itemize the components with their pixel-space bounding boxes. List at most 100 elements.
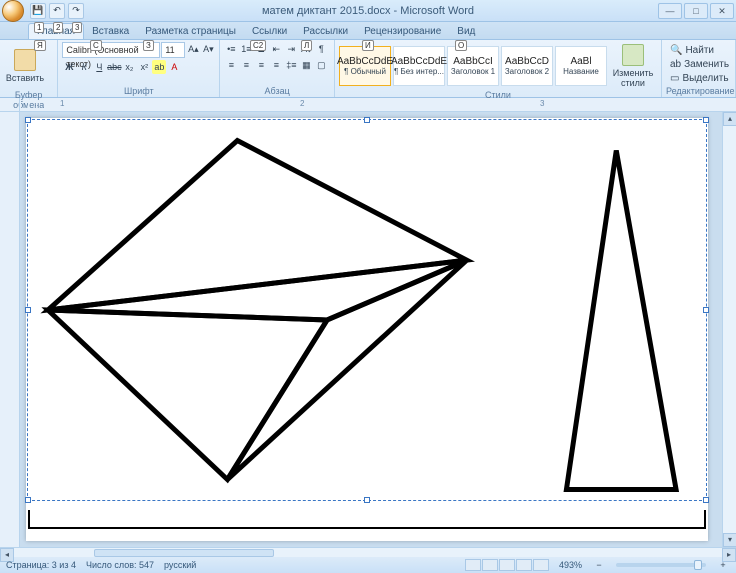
scroll-track[interactable] — [723, 126, 736, 533]
group-paragraph: •≡ 1≡ ≣ ⇤ ⇥ A↓ ¶ ≡ ≡ ≡ ≡ ‡≡ ▦ ▢ Абзац — [220, 40, 335, 97]
group-styles: AaBbCcDdE¶ ОбычныйAaBbCcDdE¶ Без интер..… — [335, 40, 662, 97]
underline-button[interactable]: Ч — [92, 60, 106, 74]
keytip: 2 — [53, 22, 63, 33]
close-button[interactable]: ✕ — [710, 3, 734, 19]
find-button[interactable]: 🔍Найти — [666, 44, 733, 57]
keytip: С — [90, 40, 102, 51]
scroll-up-button[interactable]: ▴ — [723, 112, 736, 126]
select-icon: ▭ — [670, 73, 679, 84]
font-color-button[interactable]: A — [167, 60, 181, 74]
quick-access-toolbar: 💾 ↶ ↷ — [30, 3, 84, 19]
replace-button[interactable]: abЗаменить — [666, 58, 733, 71]
change-styles-button[interactable]: Изменить стили — [609, 42, 657, 90]
indent-inc-button[interactable]: ⇥ — [284, 42, 298, 56]
view-draft[interactable] — [533, 559, 549, 571]
find-icon: 🔍 — [670, 45, 682, 56]
font-size-combo[interactable]: 11 — [161, 42, 185, 58]
drawing-canvas[interactable] — [28, 120, 706, 500]
line-spacing-button[interactable]: ‡≡ — [284, 58, 298, 72]
keytip: 3 — [72, 22, 82, 33]
styles-gallery[interactable]: AaBbCcDdE¶ ОбычныйAaBbCcDdE¶ Без интер..… — [339, 46, 607, 86]
office-button[interactable] — [2, 0, 24, 22]
zoom-knob[interactable] — [694, 560, 702, 570]
status-words[interactable]: Число слов: 547 — [86, 560, 154, 570]
group-editing: 🔍Найти abЗаменить ▭Выделить Редактирован… — [662, 40, 736, 97]
shape-triangle[interactable] — [227, 260, 466, 479]
italic-button[interactable]: К — [77, 60, 91, 74]
replace-icon: ab — [670, 59, 681, 70]
group-clipboard: Вставить Буфер обмена — [0, 40, 58, 97]
ruler-corner — [0, 98, 20, 111]
superscript-button[interactable]: x² — [137, 60, 151, 74]
shading-button[interactable]: ▦ — [299, 58, 313, 72]
grow-font-button[interactable]: A▴ — [186, 42, 200, 56]
qat-undo[interactable]: ↶ — [49, 3, 65, 19]
tab-3[interactable]: Ссылки — [244, 24, 295, 39]
paste-icon — [14, 49, 36, 71]
status-page[interactable]: Страница: 3 из 4 — [6, 560, 76, 570]
keytip: Я — [34, 40, 46, 51]
tab-4[interactable]: Рассылки — [295, 24, 356, 39]
bullets-button[interactable]: •≡ — [224, 42, 238, 56]
strike-button[interactable]: abc — [107, 60, 121, 74]
highlight-button[interactable]: ab — [152, 60, 166, 74]
shrink-font-button[interactable]: A▾ — [201, 42, 215, 56]
subscript-button[interactable]: x₂ — [122, 60, 136, 74]
change-styles-icon — [622, 44, 644, 66]
shape-triangle[interactable] — [566, 150, 676, 489]
zoom-out-button[interactable]: − — [592, 558, 606, 572]
tab-5[interactable]: Рецензирование — [356, 24, 449, 39]
ruler-row: 123 — [0, 98, 736, 112]
align-left-button[interactable]: ≡ — [224, 58, 238, 72]
minimize-button[interactable]: — — [658, 3, 682, 19]
bold-button[interactable]: Ж — [62, 60, 76, 74]
shapes-svg — [28, 120, 706, 500]
keytip: И — [362, 40, 374, 51]
align-center-button[interactable]: ≡ — [239, 58, 253, 72]
vertical-ruler[interactable] — [0, 112, 20, 547]
page-inner-border — [28, 510, 706, 529]
document-viewport[interactable] — [20, 112, 722, 547]
keytip: З — [143, 40, 154, 51]
zoom-slider[interactable] — [616, 563, 706, 567]
title-bar: 💾 ↶ ↷ матем диктант 2015.docx - Microsof… — [0, 0, 736, 22]
view-full-screen[interactable] — [482, 559, 498, 571]
window-title: матем диктант 2015.docx - Microsoft Word — [0, 5, 736, 17]
keytip: С2 — [250, 40, 266, 51]
scroll-thumb[interactable] — [94, 549, 274, 557]
justify-button[interactable]: ≡ — [269, 58, 283, 72]
style-item[interactable]: AaBbCcDdE¶ Обычный — [339, 46, 391, 86]
align-right-button[interactable]: ≡ — [254, 58, 268, 72]
horizontal-ruler[interactable]: 123 — [20, 98, 736, 111]
style-item[interactable]: AaBbCcDdE¶ Без интер... — [393, 46, 445, 86]
style-item[interactable]: AaBlНазвание — [555, 46, 607, 86]
view-web-layout[interactable] — [499, 559, 515, 571]
view-outline[interactable] — [516, 559, 532, 571]
horizontal-scrollbar[interactable]: ◂ ▸ — [0, 547, 736, 557]
style-item[interactable]: AaBbCcIЗаголовок 1 — [447, 46, 499, 86]
view-buttons — [465, 559, 549, 571]
scroll-track[interactable] — [14, 548, 722, 557]
show-marks-button[interactable]: ¶ — [314, 42, 328, 56]
tab-1[interactable]: Вставка — [84, 24, 137, 39]
view-print-layout[interactable] — [465, 559, 481, 571]
style-item[interactable]: AaBbCcDЗаголовок 2 — [501, 46, 553, 86]
tab-6[interactable]: Вид — [449, 24, 483, 39]
tab-2[interactable]: Разметка страницы — [137, 24, 244, 39]
scroll-down-button[interactable]: ▾ — [723, 533, 736, 547]
select-button[interactable]: ▭Выделить — [666, 72, 733, 85]
qat-save[interactable]: 💾 — [30, 3, 46, 19]
zoom-level[interactable]: 493% — [559, 560, 582, 570]
keytip: Л — [301, 40, 312, 51]
vertical-scrollbar[interactable]: ▴ ▾ — [722, 112, 736, 547]
borders-button[interactable]: ▢ — [314, 58, 328, 72]
qat-redo[interactable]: ↷ — [68, 3, 84, 19]
shape-triangle[interactable] — [48, 310, 327, 480]
page — [26, 118, 708, 541]
keytip: 1 — [34, 22, 44, 33]
ribbon-tabs: ГлавнаяВставкаРазметка страницыСсылкиРас… — [0, 22, 736, 40]
maximize-button[interactable]: □ — [684, 3, 708, 19]
indent-dec-button[interactable]: ⇤ — [269, 42, 283, 56]
zoom-in-button[interactable]: + — [716, 558, 730, 572]
status-lang[interactable]: русский — [164, 560, 196, 570]
